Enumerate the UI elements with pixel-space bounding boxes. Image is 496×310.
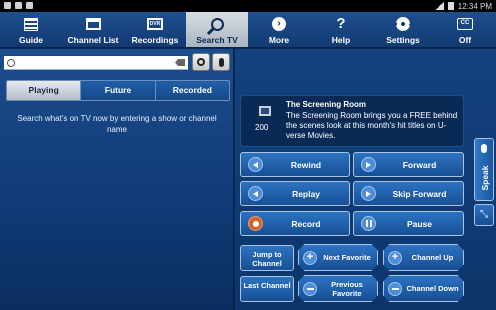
search-bar <box>4 53 230 73</box>
battery-icon <box>447 2 454 10</box>
plus-icon: + <box>388 250 402 265</box>
help-icon: ? <box>336 15 346 32</box>
microphone-icon <box>481 144 487 153</box>
record-icon <box>248 216 263 231</box>
last-channel-button[interactable]: Last Channel <box>240 276 294 302</box>
speak-button[interactable]: Speak <box>474 138 494 201</box>
nav-recordings[interactable]: DVR Recordings <box>124 12 186 47</box>
search-submit-button[interactable] <box>192 53 210 71</box>
skip-forward-icon <box>361 186 376 201</box>
notification-icon <box>4 2 11 9</box>
pause-icon <box>361 216 376 231</box>
collapse-button[interactable]: ⤡ <box>474 204 494 226</box>
collapse-icon: ⤡ <box>480 209 488 220</box>
nav-label: Search TV <box>196 35 238 45</box>
nav-channel-list[interactable]: Channel List <box>62 12 124 47</box>
search-icon <box>210 17 224 31</box>
search-input[interactable] <box>19 56 175 69</box>
search-tabs: Playing Future Recorded <box>6 80 230 101</box>
nav-search-tv[interactable]: Search TV <box>186 12 248 47</box>
remote-panel: 200 The Screening Room The Screening Roo… <box>235 49 496 310</box>
skip-forward-button[interactable]: Skip Forward <box>353 181 464 206</box>
nav-label: Recordings <box>131 35 179 45</box>
minus-icon <box>388 281 402 296</box>
next-favorite-button[interactable]: + Next Favorite <box>298 244 378 271</box>
nav-guide[interactable]: Guide <box>0 12 62 47</box>
search-icon <box>197 58 205 66</box>
nav-label: More <box>268 35 290 45</box>
status-time: 12:34 PM <box>457 1 492 11</box>
search-icon <box>7 58 15 67</box>
nav-label: Help <box>331 35 351 45</box>
dvr-icon: DVR <box>147 18 163 30</box>
top-navigation: Guide Channel List DVR Recordings Search… <box>0 12 496 48</box>
tab-playing[interactable]: Playing <box>7 81 81 100</box>
signal-icon <box>434 2 444 10</box>
voice-search-button[interactable] <box>212 53 230 71</box>
search-field <box>4 56 188 70</box>
now-playing-card[interactable]: 200 The Screening Room The Screening Roo… <box>240 95 464 147</box>
nav-settings[interactable]: Settings <box>372 12 434 47</box>
channel-up-button[interactable]: + Channel Up <box>383 244 464 271</box>
gear-icon <box>396 17 410 31</box>
plus-icon: + <box>303 250 317 265</box>
microphone-icon <box>218 57 224 67</box>
forward-button[interactable]: Forward <box>353 152 464 177</box>
search-panel: Playing Future Recorded Search what's on… <box>0 49 234 310</box>
nav-label: Settings <box>386 35 420 45</box>
speak-label: Speak <box>480 165 490 191</box>
notification-icon <box>15 2 22 9</box>
channel-number: 200 <box>255 123 269 132</box>
previous-favorite-button[interactable]: Previous Favorite <box>298 275 378 302</box>
replay-button[interactable]: Replay <box>240 181 350 206</box>
program-description: The Screening Room brings you a FREE beh… <box>286 111 458 140</box>
guide-icon <box>24 17 38 31</box>
jump-to-channel-button[interactable]: Jump to Channel <box>240 245 294 271</box>
tv-icon <box>259 106 271 116</box>
rewind-button[interactable]: Rewind <box>240 152 350 177</box>
nav-more[interactable]: › More <box>248 12 310 47</box>
fast-forward-icon <box>361 157 376 172</box>
replay-icon <box>248 186 263 201</box>
program-title: The Screening Room <box>286 100 367 109</box>
cc-icon: CC <box>457 18 473 30</box>
nav-help[interactable]: ? Help <box>310 12 372 47</box>
nav-label: Guide <box>18 35 44 45</box>
nav-label: Channel List <box>67 35 119 45</box>
record-button[interactable]: Record <box>240 211 350 236</box>
channel-list-icon <box>85 18 101 30</box>
channel-down-button[interactable]: Channel Down <box>383 275 464 302</box>
clear-icon[interactable] <box>175 59 185 66</box>
more-icon: › <box>272 17 286 31</box>
tab-future[interactable]: Future <box>80 81 155 100</box>
nav-closed-captions[interactable]: CC Off <box>434 12 496 47</box>
notification-icon <box>26 2 33 9</box>
tab-recorded[interactable]: Recorded <box>154 81 229 100</box>
nav-label: Off <box>458 35 472 45</box>
notification-icons <box>4 2 33 9</box>
search-hint: Search what's on TV now by entering a sh… <box>17 114 217 134</box>
pause-button[interactable]: Pause <box>353 211 464 236</box>
rewind-icon <box>248 157 263 172</box>
status-bar: 12:34 PM <box>0 0 496 12</box>
minus-icon <box>303 281 317 296</box>
